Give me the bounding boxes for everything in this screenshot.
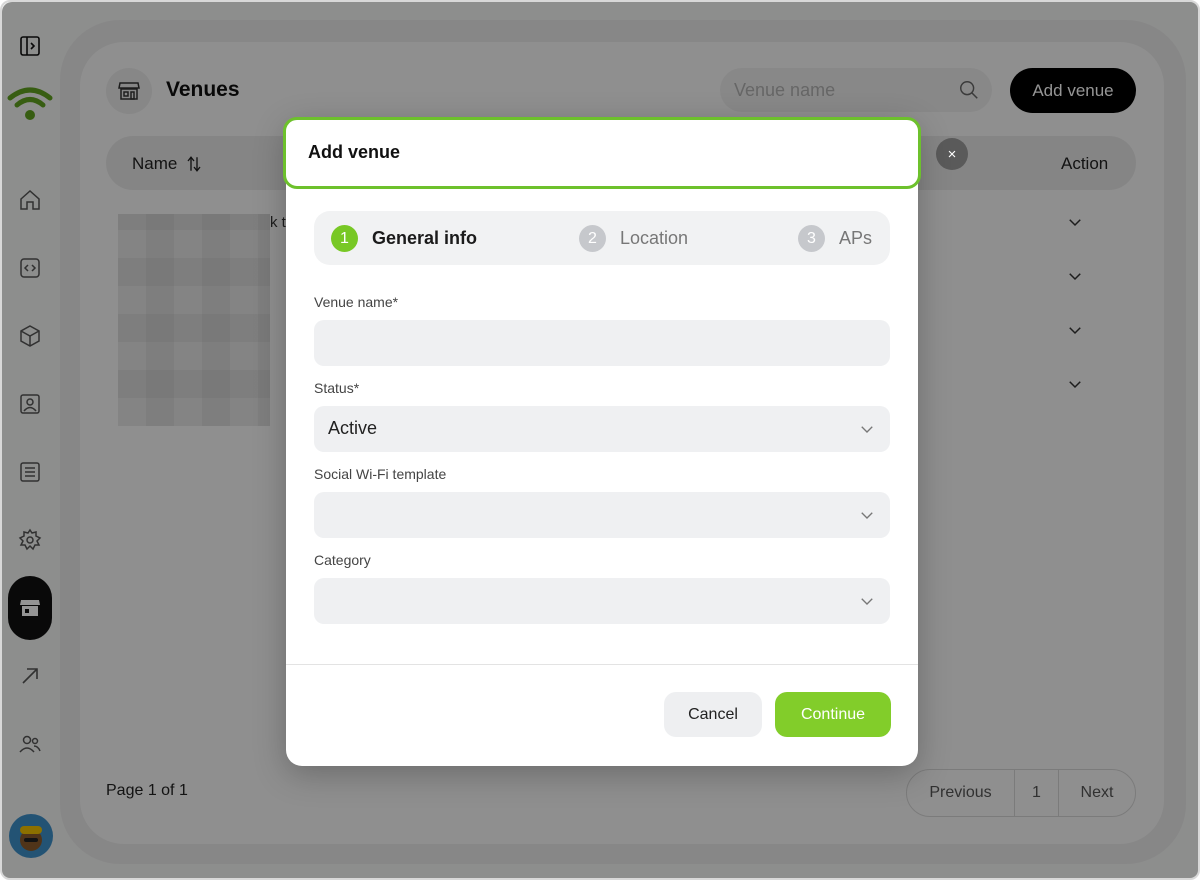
stepper: 1 General info 2 Location 3 APs <box>314 211 890 265</box>
step-location[interactable]: 2 Location <box>579 225 688 252</box>
step-aps[interactable]: 3 APs <box>798 225 872 252</box>
venue-name-input[interactable] <box>314 320 890 366</box>
category-select[interactable] <box>314 578 890 624</box>
add-venue-modal: Add venue 1 General info 2 Location 3 AP… <box>283 117 921 766</box>
close-icon[interactable]: × <box>936 138 968 170</box>
continue-button[interactable]: Continue <box>775 692 891 737</box>
venue-name-label: Venue name* <box>314 294 399 310</box>
modal-title: Add venue <box>308 142 401 162</box>
status-select[interactable]: Active <box>314 406 890 452</box>
step-number: 3 <box>798 225 825 252</box>
social-template-select[interactable] <box>314 492 890 538</box>
chevron-down-icon <box>861 598 873 605</box>
step-number: 2 <box>579 225 606 252</box>
step-general-info[interactable]: 1 General info <box>331 225 477 252</box>
modal-header: Add venue <box>283 117 921 189</box>
category-label: Category <box>314 552 371 568</box>
step-label: APs <box>839 228 873 248</box>
step-number: 1 <box>331 225 358 252</box>
status-value: Active <box>328 418 378 438</box>
chevron-down-icon <box>861 426 873 433</box>
divider <box>286 664 918 665</box>
social-template-label: Social Wi-Fi template <box>314 466 447 482</box>
app-window: Venues Add venue Name Action k t Page 1 … <box>0 0 1200 880</box>
venue-name-field[interactable] <box>314 320 890 366</box>
step-label: General info <box>372 228 478 248</box>
cancel-button[interactable]: Cancel <box>664 692 762 737</box>
chevron-down-icon <box>861 512 873 519</box>
step-label: Location <box>620 228 689 248</box>
status-label: Status* <box>314 380 360 396</box>
